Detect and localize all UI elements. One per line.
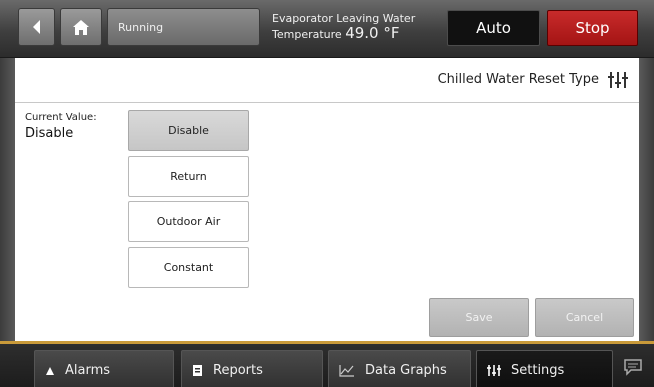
back-arrow-icon xyxy=(32,20,40,34)
cancel-button[interactable]: Cancel xyxy=(535,298,634,337)
stop-button[interactable]: Stop xyxy=(547,10,638,46)
title-row: Chilled Water Reset Type xyxy=(15,58,639,103)
option-outdoor-air-button[interactable]: Outdoor Air xyxy=(128,201,249,242)
tab-alarms[interactable]: Alarms xyxy=(34,350,174,387)
auto-button[interactable]: Auto xyxy=(447,10,540,46)
tab-data-graphs[interactable]: Data Graphs xyxy=(328,350,471,387)
report-icon xyxy=(192,364,203,377)
save-button[interactable]: Save xyxy=(429,298,529,337)
evaporator-readout: Evaporator Leaving Water Temperature 49.… xyxy=(272,11,437,49)
current-value-label: Current Value: xyxy=(25,112,97,123)
back-button[interactable] xyxy=(18,8,55,46)
option-return-button[interactable]: Return xyxy=(128,156,249,197)
settings-sliders-icon xyxy=(487,364,501,377)
tab-data-graphs-label: Data Graphs xyxy=(365,363,447,378)
settings-sliders-icon xyxy=(608,72,628,88)
option-constant-button[interactable]: Constant xyxy=(128,247,249,288)
option-disable-button[interactable]: Disable xyxy=(128,110,249,151)
chat-bubble-icon[interactable] xyxy=(623,358,643,376)
status-display: Running xyxy=(107,8,260,46)
bell-icon xyxy=(45,366,55,376)
home-icon xyxy=(73,19,89,35)
status-text: Running xyxy=(118,20,164,34)
tab-settings-label: Settings xyxy=(511,363,565,378)
top-header: Running Evaporator Leaving Water Tempera… xyxy=(0,0,654,58)
main-panel: Chilled Water Reset Type Current Value: … xyxy=(15,58,639,341)
current-value: Disable xyxy=(25,126,74,141)
tab-settings[interactable]: Settings xyxy=(476,350,613,387)
right-frame xyxy=(639,58,654,341)
evap-temp-value: 49.0 °F xyxy=(345,24,400,42)
page-title: Chilled Water Reset Type xyxy=(437,72,599,87)
tab-reports[interactable]: Reports xyxy=(181,350,323,387)
tab-alarms-label: Alarms xyxy=(65,363,111,378)
tab-reports-label: Reports xyxy=(213,363,263,378)
bottom-nav: Alarms Reports Data Graphs Settings xyxy=(0,341,654,387)
left-frame xyxy=(0,58,15,341)
line-graph-icon xyxy=(339,364,355,377)
home-button[interactable] xyxy=(60,8,102,46)
evap-temp-label: Temperature xyxy=(272,28,342,41)
